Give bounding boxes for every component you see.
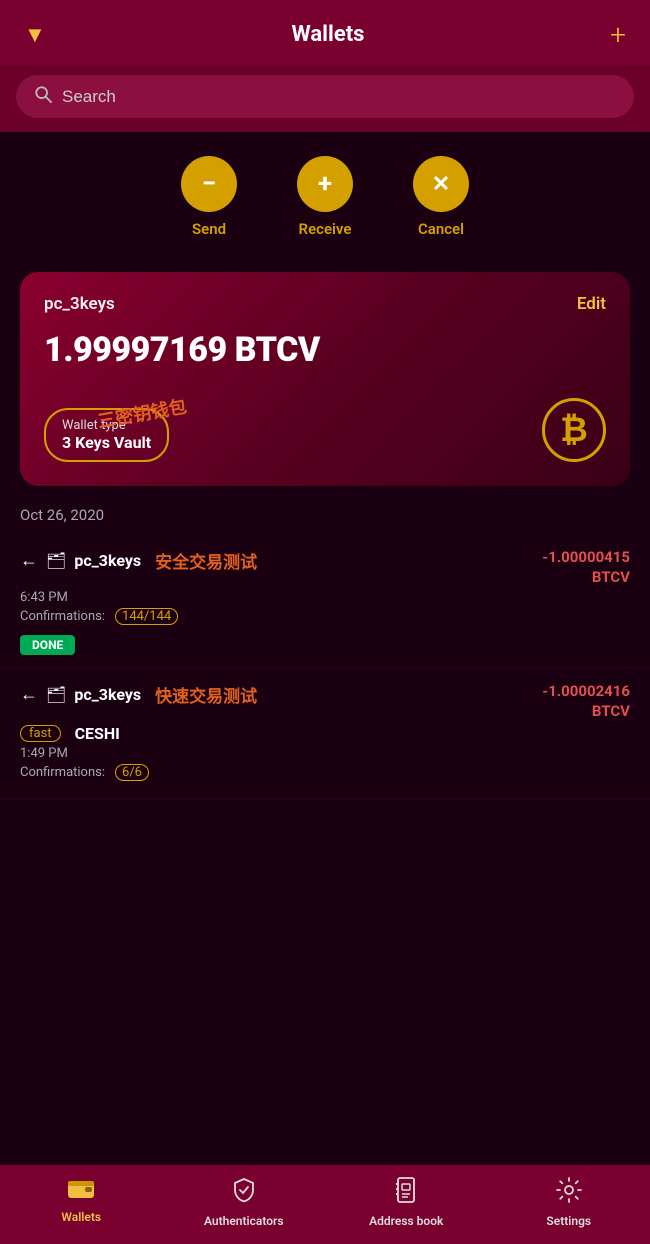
- transaction-item[interactable]: ← 🗂 pc_3keys 快速交易测试 -1.00002416 BTCV fas…: [0, 668, 650, 800]
- tx-annotation: 快速交易测试: [155, 682, 257, 707]
- nav-authenticators-label: Authenticators: [204, 1214, 284, 1228]
- receive-button[interactable]: + Receive: [297, 156, 353, 238]
- send-icon: −: [181, 156, 237, 212]
- wallet-card-header: pc_3keys Edit: [44, 294, 606, 314]
- tx-confirmations-label: Confirmations:: [20, 609, 105, 624]
- wallet-edit-button[interactable]: Edit: [577, 294, 606, 314]
- cancel-label: Cancel: [418, 220, 464, 238]
- tx-row: ← 🗂 pc_3keys 快速交易测试 -1.00002416 BTCV: [20, 682, 630, 721]
- send-button[interactable]: − Send: [181, 156, 237, 238]
- cancel-button[interactable]: ✕ Cancel: [413, 156, 469, 238]
- transaction-item[interactable]: ← 🗂 pc_3keys 安全交易测试 -1.00000415 BTCV 6:4…: [0, 534, 650, 668]
- tx-done-badge: DONE: [20, 635, 75, 655]
- tx-direction-icon: ←: [20, 684, 38, 705]
- action-bar: − Send + Receive ✕ Cancel: [0, 132, 650, 248]
- tx-confirmations-value: 144/144: [115, 608, 178, 625]
- add-icon[interactable]: +: [610, 18, 626, 51]
- search-bar: [0, 65, 650, 132]
- tx-sub-name: CESHI: [75, 724, 120, 743]
- bottom-nav: Wallets Authenticators Address book: [0, 1165, 650, 1244]
- wallet-type-value: 3 Keys Vault: [62, 433, 151, 452]
- tx-amount-value: -1.00000415: [542, 548, 630, 568]
- wallet-balance: 1.99997169 BTCV: [44, 330, 606, 370]
- tx-amount: -1.00002416 BTCV: [542, 682, 630, 721]
- tx-direction-icon: ←: [20, 550, 38, 571]
- search-input[interactable]: [62, 87, 616, 107]
- fast-label: fast: [20, 725, 61, 742]
- tx-conf-row: Confirmations: 144/144: [20, 608, 630, 625]
- tx-badge-done: DONE: [20, 631, 630, 655]
- nav-address-book-label: Address book: [369, 1214, 443, 1228]
- wallet-name: pc_3keys: [44, 294, 115, 314]
- nav-item-address-book[interactable]: Address book: [366, 1177, 446, 1228]
- tx-name: pc_3keys: [74, 551, 141, 570]
- nav-item-authenticators[interactable]: Authenticators: [204, 1177, 284, 1228]
- send-label: Send: [192, 220, 226, 238]
- date-separator: Oct 26, 2020: [0, 486, 650, 534]
- tx-confirmations-value: 6/6: [115, 764, 149, 781]
- tx-amount-currency: BTCV: [542, 568, 630, 588]
- tx-sub-row: fast CESHI: [20, 724, 630, 743]
- tx-amount-currency: BTCV: [542, 702, 630, 722]
- tx-left: ← 🗂 pc_3keys 安全交易测试: [20, 548, 542, 573]
- page-title: Wallets: [46, 22, 610, 47]
- tx-name: pc_3keys: [74, 685, 141, 704]
- bitcoin-logo: ₿: [542, 398, 606, 462]
- filter-icon[interactable]: ▼: [24, 22, 46, 48]
- tx-annotation: 安全交易测试: [155, 548, 257, 573]
- settings-icon: [556, 1177, 582, 1209]
- nav-item-settings[interactable]: Settings: [529, 1177, 609, 1228]
- tx-time: 6:43 PM: [20, 590, 630, 605]
- receive-label: Receive: [299, 220, 352, 238]
- tx-time: 1:49 PM: [20, 746, 630, 761]
- tx-amount: -1.00000415 BTCV: [542, 548, 630, 587]
- wallet-type-box: Wallet type 3 Keys Vault 三密钥钱包: [44, 408, 169, 462]
- app-header: ▼ Wallets +: [0, 0, 650, 65]
- tx-conf-row: Confirmations: 6/6: [20, 764, 630, 781]
- tx-left: ← 🗂 pc_3keys 快速交易测试: [20, 682, 542, 707]
- shield-icon: [232, 1177, 256, 1209]
- wallet-footer: Wallet type 3 Keys Vault 三密钥钱包 ₿: [44, 398, 606, 462]
- search-icon: [34, 85, 52, 108]
- cancel-icon: ✕: [413, 156, 469, 212]
- tx-amount-value: -1.00002416: [542, 682, 630, 702]
- wallet-card[interactable]: pc_3keys Edit 1.99997169 BTCV Wallet typ…: [20, 272, 630, 486]
- nav-item-wallets[interactable]: Wallets: [41, 1177, 121, 1228]
- receive-icon: +: [297, 156, 353, 212]
- tx-row: ← 🗂 pc_3keys 安全交易测试 -1.00000415 BTCV: [20, 548, 630, 587]
- address-book-icon: [395, 1177, 417, 1209]
- search-container: [16, 75, 634, 118]
- wallets-icon: [67, 1177, 95, 1205]
- bitcoin-symbol: ₿: [560, 410, 588, 450]
- nav-wallets-label: Wallets: [61, 1210, 101, 1224]
- nav-settings-label: Settings: [546, 1214, 591, 1228]
- tx-wallet-icon: 🗂: [46, 685, 66, 704]
- tx-confirmations-label: Confirmations:: [20, 765, 105, 780]
- tx-wallet-icon: 🗂: [46, 551, 66, 570]
